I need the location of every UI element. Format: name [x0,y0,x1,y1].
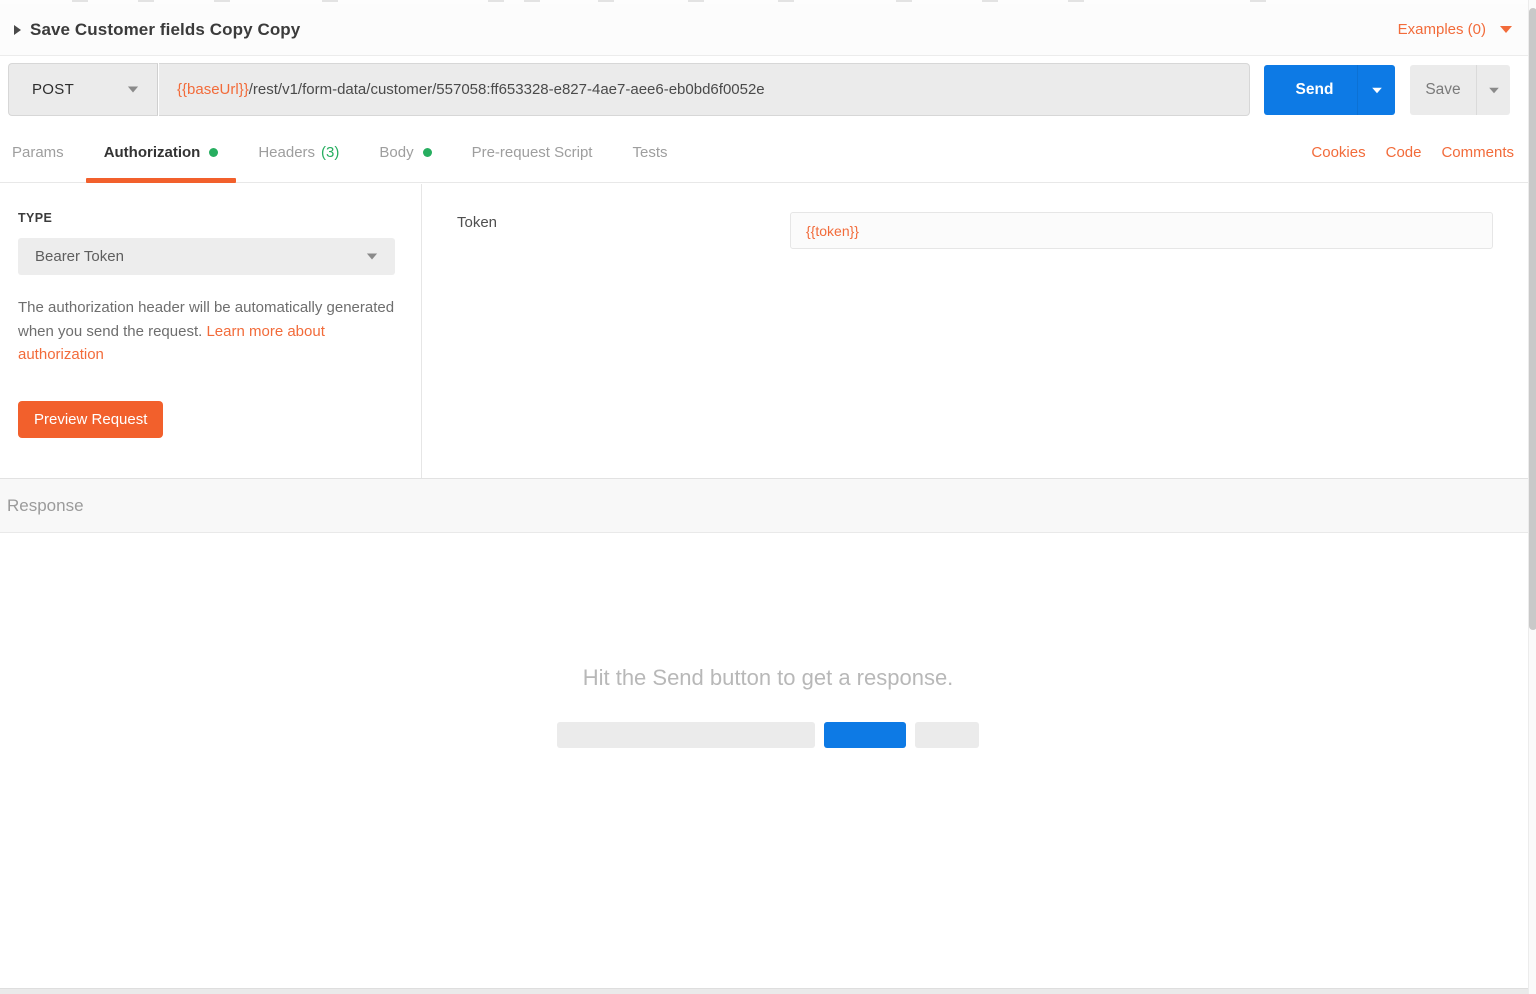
title-bar: Save Customer fields Copy Copy Examples … [0,4,1536,56]
method-value: POST [32,81,74,98]
token-value: {{token}} [806,223,859,239]
response-section-header: Response [0,478,1536,533]
chevron-down-icon [128,87,138,93]
cookies-link[interactable]: Cookies [1311,144,1365,161]
response-title: Response [7,496,84,516]
method-dropdown[interactable]: POST [8,63,158,116]
auth-type-value: Bearer Token [35,248,124,265]
tab-body[interactable]: Body [359,144,451,182]
auth-details-pane: Token {{token}} [422,184,1536,478]
url-input[interactable]: {{baseUrl}}/rest/v1/form-data/customer/5… [159,63,1250,116]
url-variable: {{baseUrl}} [177,81,249,98]
chevron-down-icon [1372,87,1382,93]
skeleton-url-bar [557,722,815,748]
save-button[interactable]: Save [1410,65,1510,115]
token-input[interactable]: {{token}} [790,212,1493,249]
scrollbar[interactable] [1528,0,1536,994]
chevron-down-icon [367,254,377,260]
skeleton-save-button [915,722,979,748]
postman-request-window: Save Customer fields Copy Copy Examples … [0,0,1536,994]
response-empty-state: Hit the Send button to get a response. [0,534,1536,988]
type-label: TYPE [18,211,52,225]
tab-authorization[interactable]: Authorization [84,144,239,182]
url-text: {{baseUrl}}/rest/v1/form-data/customer/5… [177,81,765,98]
token-label: Token [457,214,497,231]
send-illustration [0,722,1536,748]
collapse-caret-icon[interactable] [14,25,21,35]
tab-params[interactable]: Params [0,144,84,182]
tab-tests[interactable]: Tests [612,144,687,182]
examples-dropdown[interactable]: Examples (0) [1398,21,1512,38]
authorization-panel: TYPE Bearer Token The authorization head… [0,184,1536,478]
save-options-dropdown[interactable] [1476,65,1510,115]
request-tabs: Params Authorization Headers (3) Body Pr… [0,118,1536,183]
preview-request-button[interactable]: Preview Request [18,401,163,438]
changed-indicator-dot [423,148,432,157]
send-button[interactable]: Send [1264,65,1395,115]
auth-type-pane: TYPE Bearer Token The authorization head… [0,184,422,478]
changed-indicator-dot [209,148,218,157]
chevron-down-icon [1489,87,1499,93]
request-title: Save Customer fields Copy Copy [30,20,300,40]
auth-type-dropdown[interactable]: Bearer Token [18,238,395,275]
request-utility-links: Cookies Code Comments [1291,144,1514,182]
send-options-dropdown[interactable] [1357,65,1395,115]
cutoff-status-bar [0,988,1536,994]
auth-description: The authorization header will be automat… [18,296,400,367]
code-link[interactable]: Code [1386,144,1422,161]
examples-label: Examples (0) [1398,21,1486,38]
skeleton-send-button [824,722,906,748]
active-tab-underline [86,178,237,183]
scrollbar-thumb[interactable] [1529,8,1536,630]
empty-response-hint: Hit the Send button to get a response. [0,665,1536,691]
send-label: Send [1264,81,1357,99]
request-builder-row: POST {{baseUrl}}/rest/v1/form-data/custo… [0,56,1536,118]
chevron-down-icon [1500,26,1512,33]
tab-headers[interactable]: Headers (3) [238,144,359,182]
headers-count-badge: (3) [321,144,339,161]
save-label: Save [1410,81,1476,99]
comments-link[interactable]: Comments [1441,144,1514,161]
tab-pre-request-script[interactable]: Pre-request Script [452,144,613,182]
url-path: /rest/v1/form-data/customer/557058:ff653… [249,81,765,98]
